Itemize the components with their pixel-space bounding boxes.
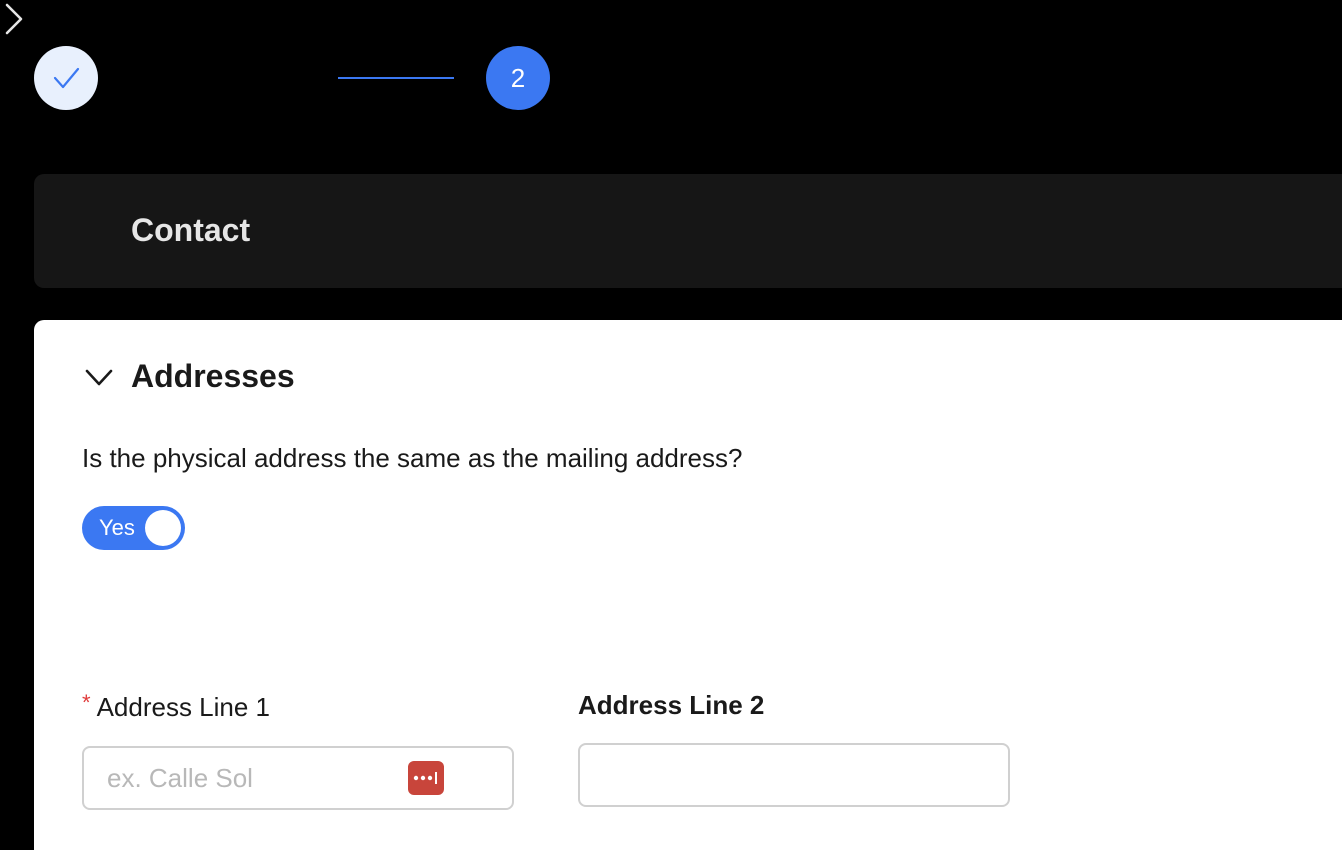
- step-1-completed[interactable]: [34, 46, 98, 110]
- address-line-1-label: * Address Line 1: [82, 690, 271, 723]
- toggle-knob: [145, 510, 181, 546]
- step-2-current[interactable]: 2: [486, 46, 550, 110]
- chevron-right-icon[interactable]: [0, 0, 28, 38]
- address-line-1-input[interactable]: [82, 746, 514, 810]
- step-2-number: 2: [510, 62, 526, 93]
- dots-cursor-icon: [413, 772, 437, 784]
- toggle-label: Yes: [99, 515, 135, 540]
- same-address-question: Is the physical address the same as the …: [82, 443, 743, 473]
- address-line-1-label-text: Address Line 1: [96, 692, 271, 722]
- same-address-toggle[interactable]: Yes: [82, 506, 185, 550]
- address-line-2-label: Address Line 2: [578, 690, 765, 720]
- chevron-down-icon[interactable]: [84, 366, 114, 390]
- check-icon: [53, 67, 80, 89]
- required-marker: *: [82, 690, 91, 715]
- step-connector: [338, 77, 454, 79]
- form-page: 2 Contact Addresses Is the physical addr…: [0, 0, 1342, 850]
- addresses-section-title[interactable]: Addresses: [131, 358, 295, 395]
- password-manager-icon[interactable]: [408, 761, 444, 795]
- contact-section-title[interactable]: Contact: [131, 212, 250, 249]
- address-line-2-input[interactable]: [578, 743, 1010, 807]
